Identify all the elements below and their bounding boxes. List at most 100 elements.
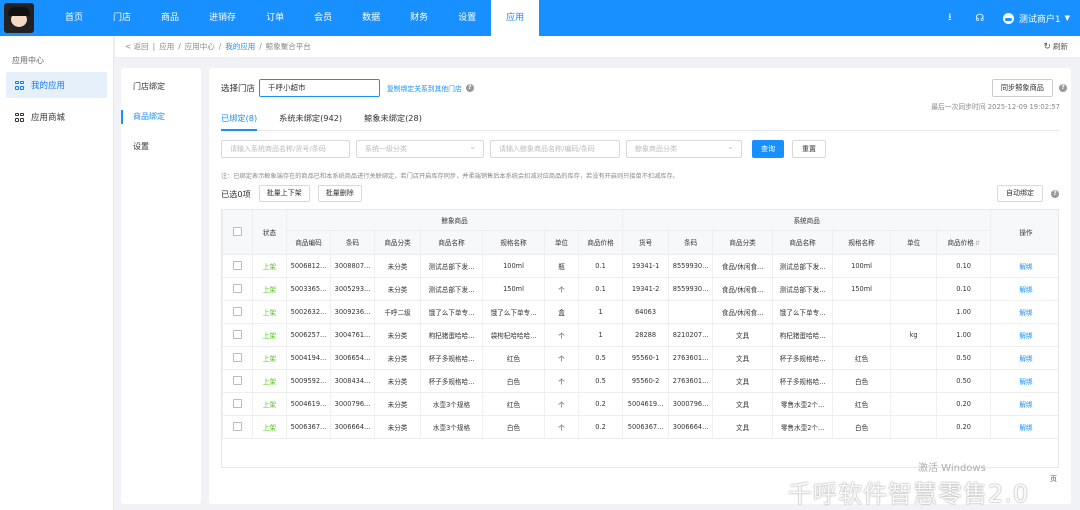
- row-checkbox[interactable]: [233, 399, 242, 408]
- headset-icon[interactable]: ☊: [973, 11, 987, 25]
- nav-finance[interactable]: 财务: [395, 0, 443, 36]
- jx-barcode-cell: 3006664...: [330, 415, 375, 439]
- jx-spec-cell: 白色: [482, 415, 545, 439]
- query-button[interactable]: 查询: [752, 140, 784, 158]
- nav-apps[interactable]: 应用: [491, 0, 540, 36]
- jx-barcode-cell: 3008434...: [330, 369, 375, 393]
- nav-settings[interactable]: 设置: [443, 0, 491, 36]
- row-checkbox[interactable]: [233, 376, 242, 385]
- table-row: 上架 5006812... 3008807... 未分类 测试总部下发... 100ml 瓶…: [222, 254, 1058, 278]
- sys-spec-cell: 白色: [832, 415, 891, 439]
- nav-home[interactable]: 首页: [50, 0, 98, 36]
- menu-store-binding[interactable]: 门店绑定: [121, 74, 201, 100]
- sys-spec-cell: 红色: [832, 392, 891, 416]
- breadcrumb-my-apps[interactable]: 我的应用: [225, 41, 255, 52]
- nav-members[interactable]: 会员: [299, 0, 347, 36]
- unbind-link[interactable]: 解绑: [990, 277, 1058, 301]
- breadcrumb-slash: /: [259, 42, 262, 51]
- table-body: 上架 5006812... 3008807... 未分类 测试总部下发... 100ml 瓶…: [222, 254, 1058, 439]
- breadcrumb-app-center[interactable]: 应用中心: [185, 41, 215, 52]
- row-checkbox[interactable]: [233, 353, 242, 362]
- sidebar-title: 应用中心: [12, 56, 44, 65]
- jx-code-cell: 5009592...: [286, 369, 331, 393]
- help-icon[interactable]: ?: [465, 84, 474, 92]
- sys-name-cell: 杯子多规格哈...: [772, 346, 833, 370]
- app-logo: [4, 3, 34, 33]
- download-icon[interactable]: ⭳: [943, 11, 957, 25]
- jx-name-cell: 杯子多规格哈...: [420, 346, 483, 370]
- unbind-link[interactable]: 解绑: [990, 369, 1058, 393]
- help-icon[interactable]: ?: [1051, 189, 1059, 198]
- jx-category-cell: 未分类: [374, 346, 421, 370]
- nav-goods[interactable]: 商品: [146, 0, 194, 36]
- row-checkbox[interactable]: [233, 330, 242, 339]
- auto-bind-button[interactable]: 自动绑定: [997, 185, 1043, 202]
- tab-jx-unbound[interactable]: 鲸象未绑定(28): [364, 112, 422, 131]
- top-nav: 首页 门店 商品 进销存 订单 会员 数据 财务 设置 应用 ⭳ ☊ 测试商户1…: [0, 0, 1080, 36]
- sys-category-select[interactable]: 系统一级分类: [356, 139, 484, 158]
- pagination[interactable]: 页: [1050, 474, 1057, 484]
- group-sys-goods: 系统商品: [622, 210, 991, 231]
- sys-barcode-cell: 2763601...: [668, 346, 713, 370]
- sys-name-cell: 零售水壶2个...: [772, 415, 833, 439]
- breadcrumb-apps[interactable]: 应用: [159, 41, 174, 52]
- batch-shelf-button[interactable]: 批量上下架: [258, 185, 310, 202]
- reset-button[interactable]: 重置: [792, 140, 826, 158]
- merchant-menu[interactable]: 测试商户1 ▼: [1002, 12, 1070, 25]
- batch-delete-button[interactable]: 批量删除: [317, 185, 362, 202]
- unbind-link[interactable]: 解绑: [990, 254, 1058, 278]
- tab-sys-unbound[interactable]: 系统未绑定(942): [279, 112, 342, 131]
- unbind-link[interactable]: 解绑: [990, 415, 1058, 439]
- jx-code-cell: 5006257...: [286, 323, 331, 347]
- status-cell: 上架: [252, 415, 287, 439]
- sys-category-cell: 文具: [712, 415, 773, 439]
- row-checkbox[interactable]: [233, 307, 242, 316]
- sys-search-input[interactable]: 请输入系统商品名称/货号/条码: [221, 140, 350, 158]
- menu-goods-binding[interactable]: 商品绑定: [121, 104, 201, 130]
- copy-binding-link[interactable]: 复制绑定关系到其他门店: [387, 83, 462, 93]
- nav-orders[interactable]: 订单: [251, 0, 299, 36]
- jx-search-input[interactable]: 请输入鲸象商品名称/编码/条码: [490, 140, 620, 158]
- selection-bar: 已选0项 批量上下架 批量删除 自动绑定 ?: [221, 185, 1059, 202]
- row-checkbox[interactable]: [233, 284, 242, 293]
- sync-goods-button[interactable]: 同步鲸象商品: [991, 79, 1053, 97]
- refresh-button[interactable]: ↻ 刷新: [1043, 41, 1068, 52]
- nav-inventory[interactable]: 进销存: [194, 0, 251, 36]
- col-sys-price[interactable]: 商品价格⇵: [936, 230, 991, 255]
- sys-name-cell: 枸杞猪蛋哈哈...: [772, 323, 833, 347]
- row-checkbox[interactable]: [233, 261, 242, 270]
- jx-category-select[interactable]: 鲸象商品分类: [626, 139, 742, 158]
- table-row: 上架 5006257... 3004761... 未分类 枸杞猪蛋哈哈... 袋枸杞哈哈哈…: [222, 323, 1058, 347]
- tab-bound[interactable]: 已绑定(8): [221, 112, 258, 131]
- unbind-link[interactable]: 解绑: [990, 346, 1058, 370]
- unbind-link[interactable]: 解绑: [990, 323, 1058, 347]
- help-icon[interactable]: ?: [1059, 84, 1067, 92]
- sys-no-cell: 95560-1: [622, 346, 669, 370]
- menu-settings[interactable]: 设置: [121, 134, 201, 160]
- row-select-cell: [222, 254, 253, 278]
- jx-price-cell: 0.1: [577, 277, 623, 301]
- jx-price-cell: 1: [577, 323, 623, 347]
- col-sys-name: 商品名称: [772, 230, 833, 255]
- refresh-label: 刷新: [1053, 42, 1068, 51]
- unbind-link[interactable]: 解绑: [990, 300, 1058, 324]
- nav-store[interactable]: 门店: [98, 0, 146, 36]
- sort-icon[interactable]: ⇵: [975, 240, 980, 247]
- sys-price-cell: 0.20: [936, 392, 991, 416]
- nav-data[interactable]: 数据: [347, 0, 395, 36]
- row-select-cell: [222, 277, 253, 301]
- sys-category-cell: 文具: [712, 369, 773, 393]
- breadcrumb-slash: /: [178, 42, 181, 51]
- jx-price-cell: 1: [577, 300, 623, 324]
- store-select[interactable]: 千呼小超市: [259, 79, 381, 97]
- select-all-checkbox[interactable]: [233, 227, 242, 237]
- jx-unit-cell: 个: [544, 323, 579, 347]
- row-checkbox[interactable]: [233, 422, 242, 431]
- unbind-link[interactable]: 解绑: [990, 392, 1058, 416]
- sys-spec-cell: [832, 300, 891, 324]
- col-operation: 操作: [990, 210, 1058, 255]
- sidebar-item-app-store[interactable]: 应用商城: [6, 104, 107, 130]
- back-link[interactable]: < 返回: [125, 41, 149, 52]
- sidebar-item-my-apps[interactable]: 我的应用: [6, 72, 107, 98]
- sys-barcode-cell: 8559930...: [668, 277, 713, 301]
